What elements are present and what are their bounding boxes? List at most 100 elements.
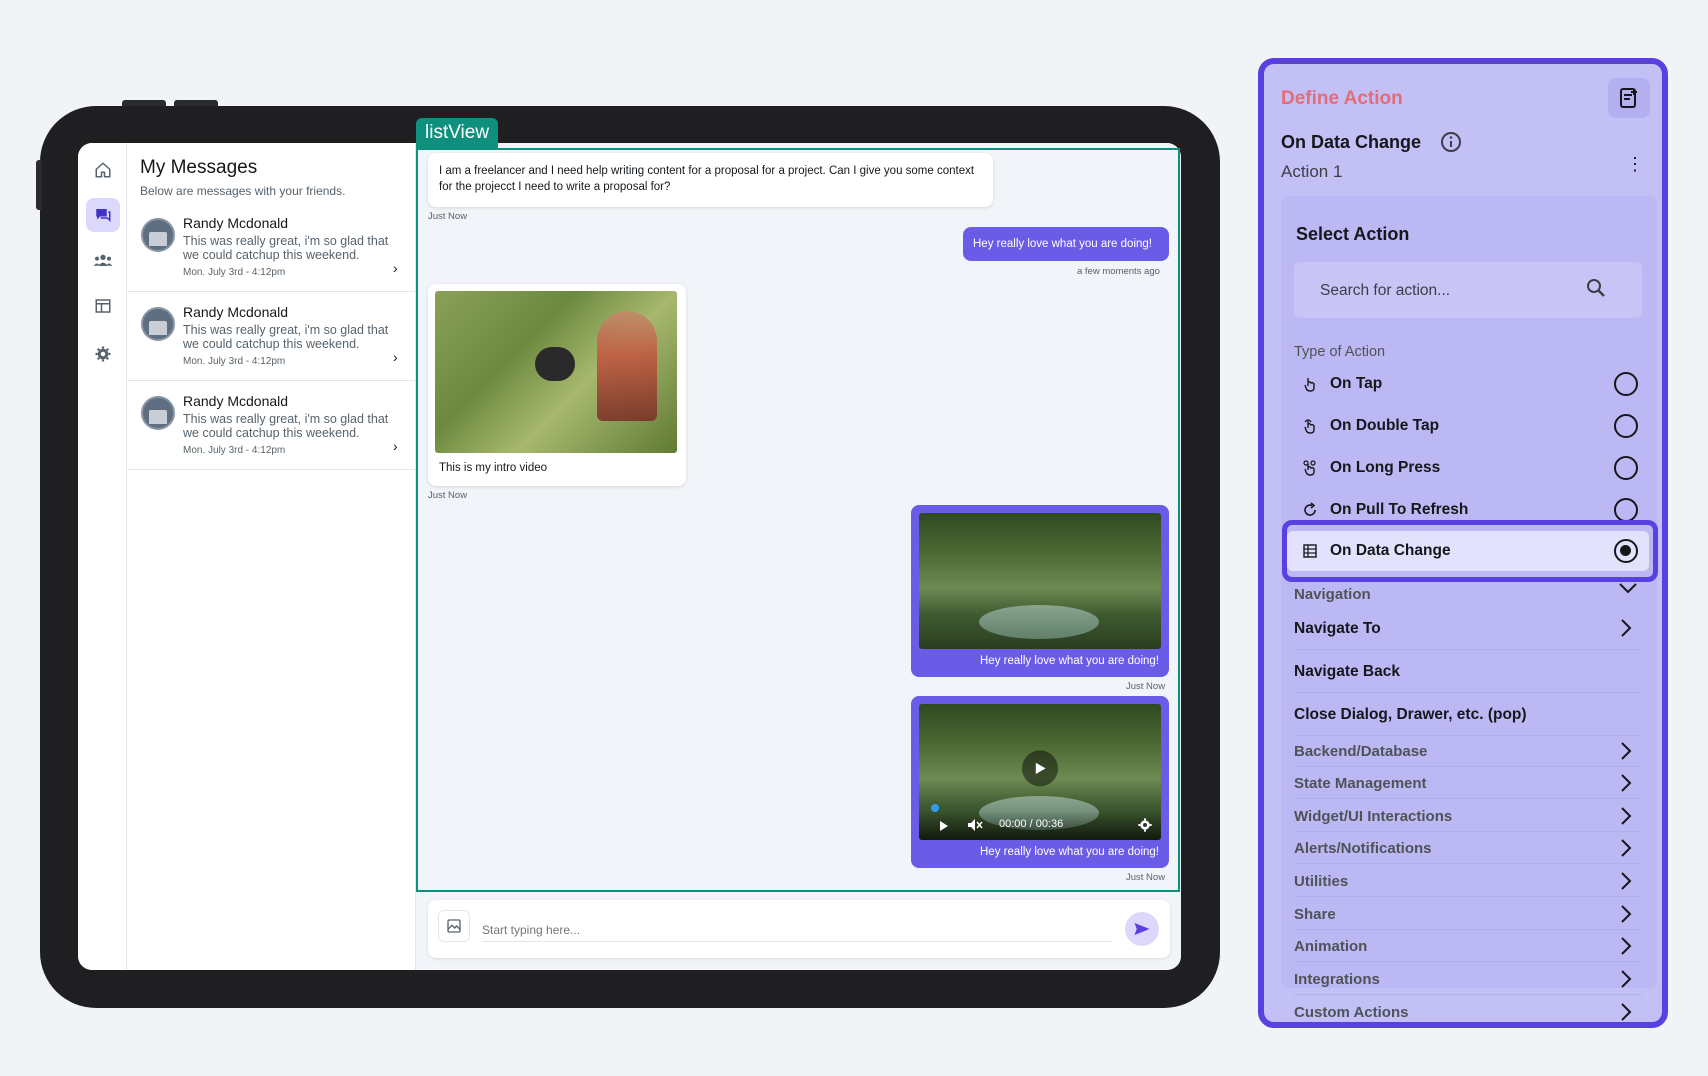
video-time: 00:00 / 00:36	[999, 818, 1064, 830]
nav-item-label: Navigate To	[1294, 620, 1381, 637]
search-icon[interactable]	[1586, 278, 1606, 303]
message-input[interactable]	[482, 918, 1112, 942]
chevron-right-icon	[1618, 871, 1634, 891]
dog-shape	[535, 347, 575, 381]
message-item[interactable]: Randy Mcdonald This was really great, i'…	[127, 381, 416, 470]
message-item[interactable]: Randy Mcdonald This was really great, i'…	[127, 203, 416, 292]
action-type-on-tap[interactable]: On Tap	[1294, 364, 1642, 404]
category-label: Widget/UI Interactions	[1294, 808, 1453, 825]
action-type-on-double-tap[interactable]: On Double Tap	[1294, 406, 1642, 446]
category-label: Animation	[1294, 938, 1368, 955]
action-search[interactable]: Search for action...	[1294, 262, 1642, 318]
action-type-label: On Long Press	[1330, 459, 1441, 476]
message-time: Just Now	[1126, 681, 1166, 692]
category-state-management[interactable]: State Management	[1294, 769, 1642, 799]
type-of-action-label: Type of Action	[1294, 344, 1386, 360]
info-icon[interactable]	[1440, 131, 1462, 153]
settings-icon[interactable]	[1137, 817, 1153, 838]
chat-icon[interactable]	[86, 198, 120, 232]
category-animation[interactable]: Animation	[1294, 932, 1642, 962]
outgoing-media-message: Hey really love what you are doing!	[911, 505, 1169, 677]
action-type-label: On Pull To Refresh	[1330, 501, 1469, 518]
category-custom-actions[interactable]: Custom Actions	[1294, 998, 1642, 1022]
navigation-category[interactable]: Navigation	[1294, 580, 1642, 610]
chevron-right-icon	[1618, 806, 1634, 826]
incoming-media-message: This is my intro video	[428, 284, 686, 486]
category-label: Alerts/Notifications	[1294, 840, 1432, 857]
category-utilities[interactable]: Utilities	[1294, 867, 1642, 897]
action-type-on-long-press[interactable]: On Long Press	[1294, 448, 1642, 488]
double-tap-icon	[1302, 418, 1318, 434]
message-preview: This was really great, i'm so glad that …	[183, 323, 389, 351]
avatar	[141, 396, 175, 430]
message-item[interactable]: Randy Mcdonald This was really great, i'…	[127, 292, 416, 381]
category-label: Custom Actions	[1294, 1004, 1409, 1021]
chevron-right-icon: ›	[393, 349, 398, 365]
close-dialog-item[interactable]: Close Dialog, Drawer, etc. (pop)	[1294, 694, 1642, 736]
message-preview: This was really great, i'm so glad that …	[183, 234, 389, 262]
select-action-title: Select Action	[1296, 224, 1410, 244]
nav-item-label: Close Dialog, Drawer, etc. (pop)	[1294, 706, 1527, 723]
category-label: Backend/Database	[1294, 743, 1428, 760]
category-label: Integrations	[1294, 971, 1380, 988]
messages-title: My Messages	[140, 157, 258, 178]
category-label: Utilities	[1294, 873, 1349, 890]
search-placeholder: Search for action...	[1320, 282, 1451, 299]
radio-button[interactable]	[1614, 456, 1638, 480]
message-time: Just Now	[428, 211, 468, 222]
radio-button[interactable]	[1614, 414, 1638, 438]
document-add-icon[interactable]	[1608, 78, 1650, 118]
chevron-right-icon: ›	[393, 438, 398, 454]
message-composer	[428, 900, 1170, 958]
radio-button[interactable]	[1614, 372, 1638, 396]
video-controls: 00:00 / 00:36	[919, 804, 1161, 840]
video-player[interactable]: 00:00 / 00:36	[919, 704, 1161, 840]
refresh-icon	[1302, 502, 1318, 518]
mute-icon[interactable]	[967, 818, 983, 837]
forest-image[interactable]	[919, 513, 1161, 649]
message-time: a few moments ago	[1077, 266, 1160, 277]
home-icon[interactable]	[86, 153, 120, 187]
message-date: Mon. July 3rd - 4:12pm	[183, 356, 286, 367]
chevron-down-icon	[1618, 580, 1637, 600]
media-caption: Hey really love what you are doing!	[980, 846, 1159, 858]
progress-dot[interactable]	[931, 804, 939, 812]
message-text: I am a freelancer and I need help writin…	[439, 165, 975, 193]
settings-icon[interactable]	[86, 337, 120, 371]
message-sender: Randy Mcdonald	[183, 393, 289, 409]
action-type-label: On Double Tap	[1330, 417, 1440, 434]
message-date: Mon. July 3rd - 4:12pm	[183, 267, 286, 278]
play-icon[interactable]	[1022, 750, 1058, 787]
category-backend-database[interactable]: Backend/Database	[1294, 737, 1642, 767]
chevron-right-icon: ›	[393, 260, 398, 276]
media-caption: Hey really love what you are doing!	[980, 655, 1159, 667]
tablet-side-button	[36, 160, 42, 210]
chevron-right-icon	[1618, 1002, 1634, 1022]
nav-item-label: Navigate Back	[1294, 663, 1400, 680]
chevron-right-icon	[1618, 773, 1634, 793]
send-icon[interactable]	[1125, 912, 1159, 946]
radio-button[interactable]	[1614, 498, 1638, 522]
chevron-right-icon	[1618, 936, 1634, 956]
message-time: Just Now	[428, 490, 468, 501]
outgoing-message: Hey really love what you are doing!	[963, 227, 1169, 261]
navigate-to-item[interactable]: Navigate To	[1294, 608, 1642, 650]
group-icon[interactable]	[86, 243, 120, 277]
action-name[interactable]: Action 1	[1281, 162, 1342, 182]
message-sender: Randy Mcdonald	[183, 215, 289, 231]
category-alerts[interactable]: Alerts/Notifications	[1294, 834, 1642, 864]
nav-rail	[78, 143, 127, 970]
play-small-icon[interactable]	[939, 819, 949, 837]
image-icon[interactable]	[438, 910, 470, 942]
message-date: Mon. July 3rd - 4:12pm	[183, 445, 286, 456]
category-share[interactable]: Share	[1294, 900, 1642, 930]
more-vertical-icon[interactable]: ⋮	[1626, 155, 1644, 173]
action-type-label: On Tap	[1330, 375, 1383, 392]
navigate-back-item[interactable]: Navigate Back	[1294, 651, 1642, 693]
category-widget-ui[interactable]: Widget/UI Interactions	[1294, 802, 1642, 832]
category-integrations[interactable]: Integrations	[1294, 965, 1642, 995]
chevron-right-icon	[1618, 618, 1634, 638]
table-icon[interactable]	[86, 289, 120, 323]
chevron-right-icon	[1618, 741, 1634, 761]
photo-image[interactable]	[435, 291, 677, 453]
